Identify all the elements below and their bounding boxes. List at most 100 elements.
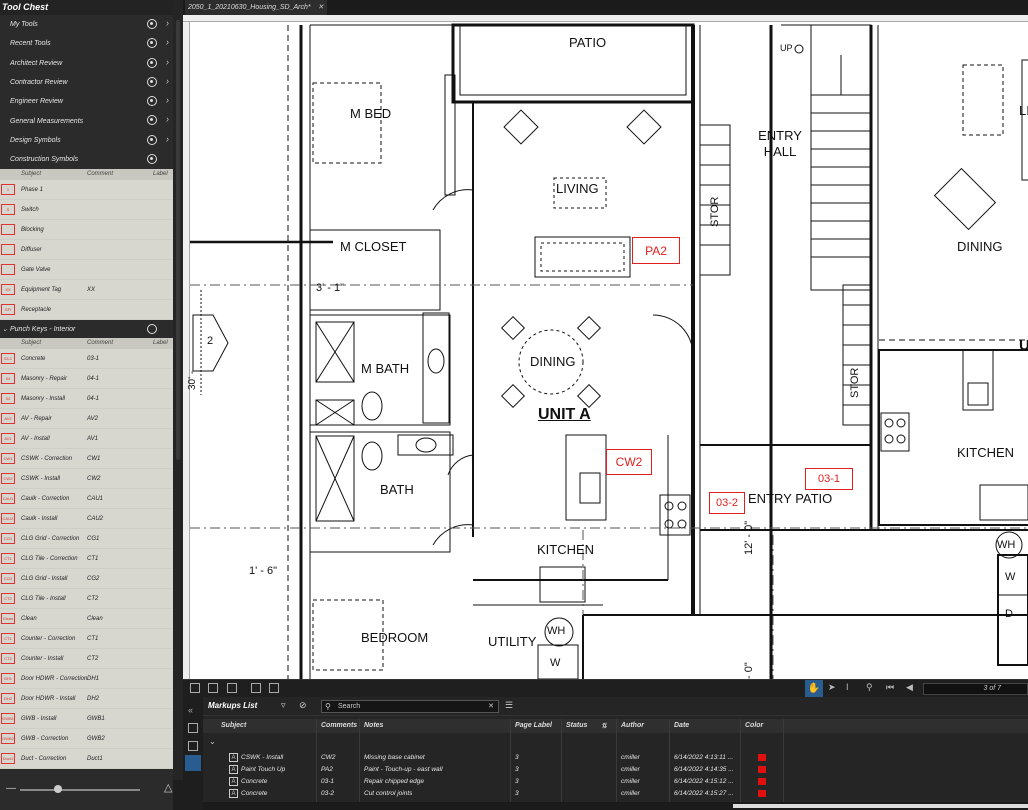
chevron-right-icon[interactable]: ›	[166, 57, 169, 67]
slider-knob[interactable]	[54, 785, 62, 793]
sync-icon[interactable]	[251, 683, 261, 693]
chevron-right-icon[interactable]: ›	[166, 95, 169, 105]
markup-pa2[interactable]: PA2	[632, 237, 680, 264]
tool-symbol-row[interactable]: 04 Masonry - Repair 04-1	[0, 369, 173, 390]
document-tab[interactable]: 2050_1_20210630_Housing_SD_Arch* ✕	[185, 0, 327, 15]
drawing-canvas[interactable]: PATIO M BED LIVING M CLOSET 3' - 1" M BA…	[183, 15, 1028, 679]
sort-icon[interactable]: ⇅	[601, 722, 607, 730]
tool-symbol-row[interactable]: CW1 CSWK - Correction CW1	[0, 449, 173, 470]
tool-symbol-row[interactable]: 03-1 Concrete 03-1	[0, 349, 173, 370]
col-comments[interactable]: Comments	[321, 722, 357, 729]
markups-list-title[interactable]: Markups List	[208, 701, 257, 710]
tool-chest-item[interactable]: Engineer Review ›	[0, 92, 173, 111]
tool-symbol-row[interactable]: Duct1 Duct - Correction Duct1	[0, 749, 173, 770]
tool-symbol-row[interactable]: AV2 AV - Repair AV2	[0, 409, 173, 430]
tool-symbol-row[interactable]: CG2 CLG Grid - Install CG2	[0, 569, 173, 590]
select-tool-icon[interactable]: ➤	[828, 682, 836, 693]
pencil-icon[interactable]	[188, 723, 198, 733]
page-indicator[interactable]: 3 of 7	[923, 683, 1028, 695]
collapse-icon[interactable]: «	[188, 705, 198, 715]
tool-symbol-row[interactable]: XX Equipment Tag XX	[0, 280, 173, 301]
col-status[interactable]: Status	[566, 722, 587, 729]
single-page-icon[interactable]	[190, 683, 200, 693]
split-horizontal-icon[interactable]	[227, 683, 237, 693]
tool-chest-item[interactable]: Recent Tools ›	[0, 34, 173, 53]
markup-color-swatch[interactable]	[758, 790, 766, 797]
tool-symbol-row[interactable]: CT2 CLG Tile - Install CT2	[0, 589, 173, 610]
gear-icon[interactable]	[147, 38, 157, 49]
tool-symbol-row[interactable]: GWB1 GWB - Install GWB1	[0, 709, 173, 730]
tool-symbol-row[interactable]: GFI Receptacle	[0, 300, 173, 321]
close-icon[interactable]: ✕	[318, 0, 324, 15]
list-options-icon[interactable]: ☰	[505, 700, 513, 711]
zoom-icon[interactable]: ⚲	[866, 682, 873, 693]
tool-symbol-row[interactable]: Gate Valve	[0, 260, 173, 281]
previous-page-icon[interactable]: ◀	[906, 682, 913, 693]
split-vertical-icon[interactable]	[208, 683, 218, 693]
tool-chest-item[interactable]: Architect Review ›	[0, 54, 173, 73]
tool-symbol-row[interactable]: 04 Masonry - Install 04-1	[0, 389, 173, 410]
markup-row[interactable]: A Paint Touch Up PA2 Paint - Touch-up - eas…	[203, 764, 1028, 776]
symbol-size-slider[interactable]	[20, 789, 140, 791]
col-color[interactable]: Color	[745, 722, 763, 729]
compare-icon[interactable]	[269, 683, 279, 693]
zoom-in-icon[interactable]: △	[164, 781, 172, 794]
tool-symbol-row[interactable]: CT1 CLG Tile - Correction CT1	[0, 549, 173, 570]
pan-tool-button[interactable]: ✋	[805, 680, 823, 698]
tool-symbol-row[interactable]: CT2 Counter - Install CT2	[0, 649, 173, 670]
gear-icon[interactable]	[147, 57, 157, 68]
chevron-right-icon[interactable]: ›	[166, 18, 169, 28]
tool-symbol-row[interactable]: GWB2 GWB - Correction GWB2	[0, 729, 173, 750]
gear-icon[interactable]	[147, 96, 157, 107]
gear-icon[interactable]	[147, 134, 157, 145]
tool-chest-item[interactable]: Contractor Review ›	[0, 73, 173, 92]
col-subject[interactable]: Subject	[221, 722, 246, 729]
markup-cw2[interactable]: CW2	[606, 449, 652, 475]
gear-icon[interactable]	[147, 154, 157, 165]
tool-chest-scrollbar[interactable]	[173, 0, 183, 780]
col-notes[interactable]: Notes	[364, 722, 383, 729]
tool-chest-item[interactable]: Design Symbols ›	[0, 131, 173, 150]
group-expand-icon[interactable]: ⌄	[209, 737, 216, 746]
markup-color-swatch[interactable]	[758, 754, 766, 761]
clear-search-icon[interactable]: ✕	[488, 701, 494, 712]
tool-symbol-row[interactable]: CAU1 Caulk - Correction CAU1	[0, 489, 173, 510]
markups-horizontal-scrollbar[interactable]	[203, 802, 1028, 810]
tool-symbol-row[interactable]: CW2 CSWK - Install CW2	[0, 469, 173, 490]
markups-list-tab[interactable]	[185, 755, 201, 771]
markup-03-1[interactable]: 03-1	[805, 468, 853, 490]
tool-symbol-row[interactable]: AV1 AV - Install AV1	[0, 429, 173, 450]
text-select-icon[interactable]: I	[846, 682, 849, 692]
col-page-label[interactable]: Page Label	[515, 722, 552, 729]
zoom-out-icon[interactable]: —	[6, 783, 16, 794]
tool-symbol-row[interactable]: Clean Clean Clean	[0, 609, 173, 630]
punch-keys-header[interactable]: ⌄ Punch Keys - Interior	[0, 320, 173, 339]
scrollbar-thumb[interactable]	[176, 20, 180, 460]
tool-chest-item[interactable]: General Measurements ›	[0, 111, 173, 130]
tool-symbol-row[interactable]: S Switch	[0, 200, 173, 221]
markup-color-swatch[interactable]	[758, 778, 766, 785]
gear-icon[interactable]	[147, 324, 157, 335]
gear-icon[interactable]	[147, 19, 157, 29]
tool-symbol-row[interactable]: 1 Phase 1	[0, 180, 173, 201]
tool-symbol-row[interactable]: CG1 CLG Grid - Correction CG1	[0, 529, 173, 550]
markup-row[interactable]: A Concrete 03-1 Repair chipped edge 3 cmiller…	[203, 776, 1028, 788]
tool-symbol-row[interactable]: DH2 Door HDWR - Install DH2	[0, 689, 173, 710]
tool-symbol-row[interactable]: Blocking	[0, 220, 173, 241]
col-author[interactable]: Author	[621, 722, 644, 729]
gear-icon[interactable]	[147, 76, 157, 87]
tool-symbol-row[interactable]: DH1 Door HDWR - Correction DH1	[0, 669, 173, 690]
tool-chest-item[interactable]: Construction Symbols	[0, 150, 173, 169]
col-date[interactable]: Date	[674, 722, 689, 729]
chevron-right-icon[interactable]: ›	[166, 76, 169, 86]
markups-search-input[interactable]: ⚲ Search ✕	[321, 700, 499, 713]
tool-symbol-row[interactable]: CT1 Counter - Correction CT1	[0, 629, 173, 650]
scrollbar-thumb[interactable]	[733, 804, 1028, 808]
layers-icon[interactable]	[188, 741, 198, 751]
chevron-right-icon[interactable]: ›	[166, 37, 169, 47]
visibility-icon[interactable]: ⊘	[299, 700, 307, 711]
markup-color-swatch[interactable]	[758, 766, 766, 773]
chevron-right-icon[interactable]: ›	[166, 114, 169, 124]
tool-symbol-row[interactable]: Diffuser	[0, 240, 173, 261]
tool-chest-item[interactable]: My Tools ›	[0, 15, 173, 34]
